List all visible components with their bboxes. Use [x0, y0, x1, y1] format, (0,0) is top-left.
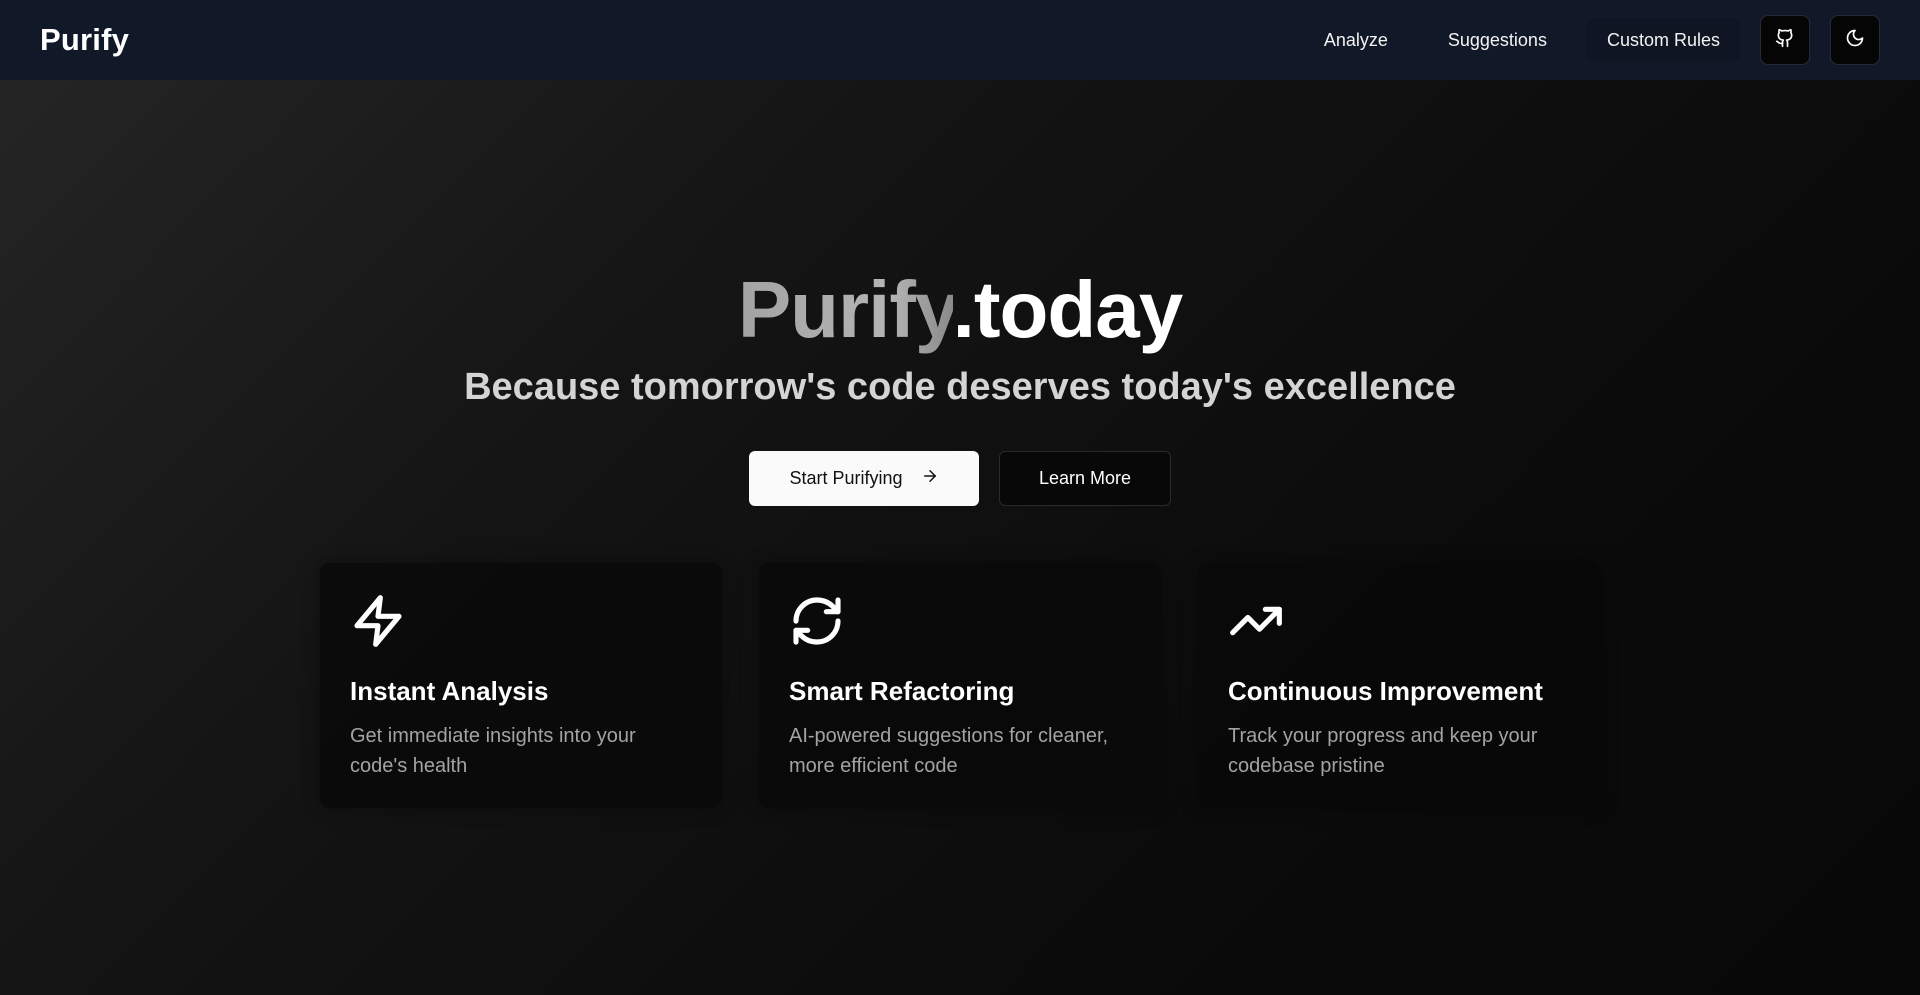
- github-button[interactable]: [1760, 15, 1810, 65]
- nav-custom-rules[interactable]: Custom Rules: [1586, 17, 1740, 63]
- nav-analyze[interactable]: Analyze: [1304, 18, 1408, 63]
- nav-suggestions[interactable]: Suggestions: [1428, 18, 1567, 63]
- hero-title: Purify.today: [737, 260, 1184, 360]
- feature-card-continuous-improvement: Continuous Improvement Track your progre…: [1198, 563, 1600, 808]
- top-navbar: Purify Analyze Suggestions Custom Rules: [0, 0, 1920, 80]
- hero-section: Purify.today Because tomorrow's code des…: [0, 260, 1920, 506]
- moon-icon: [1845, 28, 1865, 53]
- hero-title-brand: Purify: [737, 265, 954, 354]
- main-nav: Analyze Suggestions Custom Rules: [1284, 15, 1880, 65]
- feature-title: Smart Refactoring: [789, 676, 1015, 706]
- theme-toggle-button[interactable]: [1830, 15, 1880, 65]
- hero-title-domain: .today: [952, 265, 1184, 354]
- start-purifying-label: Start Purifying: [789, 468, 903, 488]
- start-purifying-button[interactable]: Start Purifying: [749, 451, 979, 506]
- feature-description: Track your progress and keep your codeba…: [1228, 725, 1538, 777]
- trending-up-icon: [1228, 593, 1570, 654]
- learn-more-button[interactable]: Learn More: [999, 451, 1171, 506]
- github-icon: [1775, 28, 1795, 53]
- feature-title: Continuous Improvement: [1228, 676, 1543, 706]
- arrow-right-icon: [903, 467, 939, 490]
- lightning-icon: [350, 593, 692, 654]
- feature-description: AI-powered suggestions for cleaner, more…: [789, 725, 1109, 777]
- feature-card-instant-analysis: Instant Analysis Get immediate insights …: [320, 563, 722, 808]
- feature-title: Instant Analysis: [350, 676, 549, 706]
- refresh-icon: [789, 593, 1131, 654]
- feature-description: Get immediate insights into your code's …: [350, 725, 636, 777]
- feature-cards: Instant Analysis Get immediate insights …: [320, 563, 1600, 808]
- feature-card-smart-refactoring: Smart Refactoring AI-powered suggestions…: [759, 563, 1161, 808]
- hero-subtitle: Because tomorrow's code deserves today's…: [464, 366, 1456, 408]
- cta-row: Start Purifying Learn More: [0, 451, 1920, 506]
- brand-logo[interactable]: Purify: [40, 22, 129, 58]
